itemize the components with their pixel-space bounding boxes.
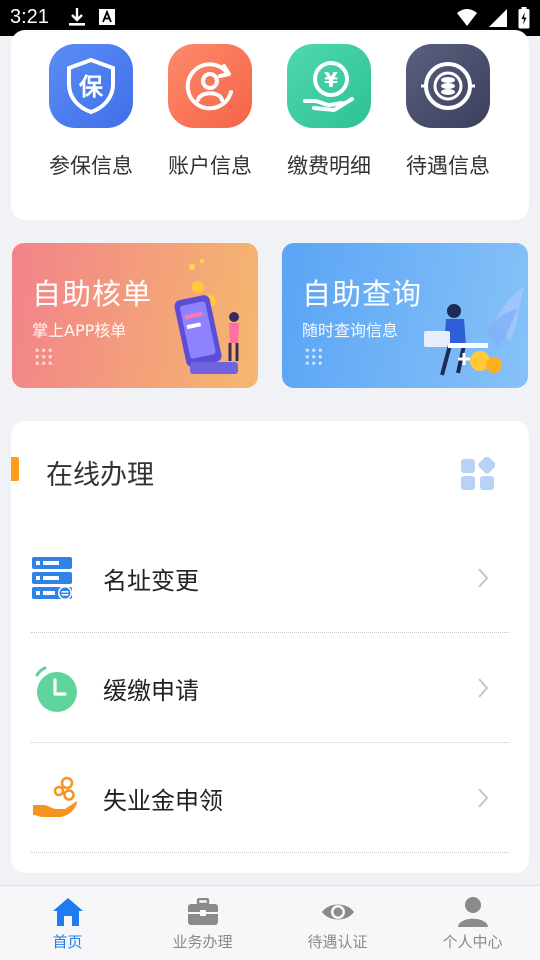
quick-menu-card: 保 参保信息 账户信息 ¥ 缴费明细 待遇信息: [11, 30, 529, 220]
bottom-tab-bar: 首页 业务办理 待遇认证 个人中心: [0, 885, 540, 960]
tab-business[interactable]: 业务办理: [135, 886, 270, 960]
person-laptop-illustration-icon: [424, 287, 524, 376]
apps-grid-icon[interactable]: [461, 456, 496, 495]
section-accent-bar: [11, 457, 19, 481]
list-item-label: 名址变更: [103, 567, 199, 595]
list-item-deferred-payment[interactable]: 缓缴申请: [31, 633, 509, 743]
online-service-card: 在线办理 名址变更 缓缴申请 失业金申领: [11, 421, 529, 873]
quick-item-account-info[interactable]: 账户信息: [150, 44, 270, 180]
self-query-subtitle: 随时查询信息: [302, 321, 399, 340]
download-icon: [68, 7, 86, 31]
tab-home[interactable]: 首页: [0, 886, 135, 960]
self-check-title: 自助核单: [32, 277, 153, 311]
list-item-label: 缓缴申请: [103, 677, 199, 705]
eye-icon: [321, 896, 355, 928]
quick-label-account: 账户信息: [168, 154, 252, 178]
shield-glyph: 保: [78, 73, 104, 101]
quick-item-payment-detail[interactable]: ¥ 缴费明细: [269, 44, 389, 180]
person-icon: [457, 896, 489, 928]
dots-pattern: [34, 347, 54, 367]
list-item-unemployment-benefit[interactable]: 失业金申领: [31, 743, 509, 853]
tab-label: 个人中心: [442, 933, 503, 951]
tab-label: 待遇认证: [307, 933, 368, 951]
quick-label-insurance: 参保信息: [49, 154, 133, 178]
tab-personal-center[interactable]: 个人中心: [405, 886, 540, 960]
briefcase-icon: [187, 896, 219, 928]
coin-glyph: ¥: [324, 68, 338, 92]
benefit-coins-icon: [406, 44, 490, 128]
tab-label: 业务办理: [172, 933, 233, 951]
self-query-title: 自助查询: [302, 277, 423, 311]
account-user-icon: [168, 44, 252, 128]
tab-benefit-auth[interactable]: 待遇认证: [270, 886, 405, 960]
quick-item-insurance-info[interactable]: 保 参保信息: [31, 44, 151, 180]
self-check-banner[interactable]: 自助核单 掌上APP核单: [12, 243, 258, 388]
quick-label-payment: 缴费明细: [287, 154, 371, 178]
server-list-icon: [31, 555, 79, 603]
chevron-right-icon: [477, 787, 489, 813]
list-item-address-change[interactable]: 名址变更: [31, 523, 509, 633]
list-item-label: 失业金申领: [103, 787, 223, 815]
phone-illustration-icon: [174, 259, 239, 374]
shield-bao-icon: 保: [49, 44, 133, 128]
home-icon: [52, 896, 84, 928]
self-check-subtitle: 掌上APP核单: [32, 321, 127, 340]
payment-hand-coin-icon: ¥: [287, 44, 371, 128]
status-time: 3:21: [10, 6, 49, 28]
tab-label: 首页: [52, 933, 83, 951]
self-query-banner[interactable]: 自助查询 随时查询信息: [282, 243, 528, 388]
chevron-right-icon: [477, 567, 489, 593]
wifi-icon: [456, 8, 478, 32]
font-a-icon: [98, 8, 116, 30]
clock-icon: [31, 665, 79, 713]
chevron-right-icon: [477, 677, 489, 703]
battery-icon: [518, 7, 530, 33]
quick-label-benefit: 待遇信息: [406, 154, 490, 178]
quick-item-benefit-info[interactable]: 待遇信息: [388, 44, 508, 180]
signal-icon: [488, 8, 508, 32]
section-title: 在线办理: [46, 460, 154, 491]
hand-coins-icon: [31, 775, 79, 823]
dots-pattern: [304, 347, 324, 367]
